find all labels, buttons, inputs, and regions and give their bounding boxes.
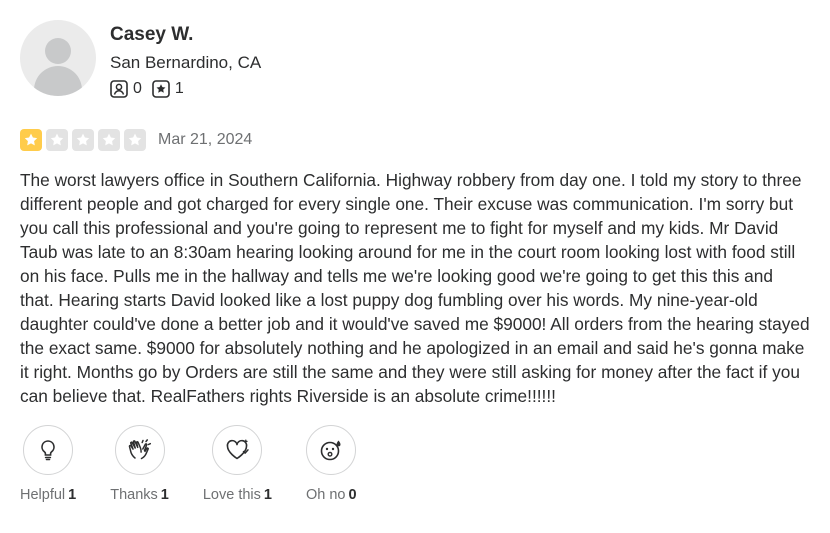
oh-no-button[interactable] <box>306 425 357 475</box>
user-stats: 0 1 <box>110 80 261 98</box>
reaction-buttons: Helpful 1 Thanks 1 Love this 1 Oh no 0 <box>20 425 391 503</box>
avatar-head-shape <box>45 38 71 64</box>
review-text: The worst lawyers office in Southern Cal… <box>20 170 810 406</box>
helpful-reaction[interactable]: Helpful 1 <box>20 425 76 503</box>
friends-count: 0 <box>133 80 142 97</box>
surprised-face-icon <box>320 440 341 461</box>
oh-no-count: 0 <box>348 487 357 503</box>
user-location: San Bernardino, CA <box>110 53 262 72</box>
love-this-label: Love this 1 <box>203 487 272 503</box>
user-info: Casey W. San Bernardino, CA 0 1 <box>110 20 261 100</box>
review-star-icon <box>152 80 170 98</box>
thanks-button[interactable] <box>114 425 165 475</box>
star-rating <box>20 129 150 151</box>
star-icon <box>46 129 68 151</box>
thanks-reaction[interactable]: Thanks 1 <box>110 425 169 503</box>
avatar-body-shape <box>34 66 82 96</box>
oh-no-reaction[interactable]: Oh no 0 <box>306 425 357 503</box>
rating-row: Mar 21, 2024 <box>20 129 252 151</box>
thanks-text: Thanks <box>110 487 158 503</box>
clapping-hands-icon <box>128 439 151 460</box>
review-date: Mar 21, 2024 <box>158 131 253 148</box>
heart-icon <box>227 439 250 460</box>
love-this-button[interactable] <box>212 425 263 475</box>
user-name[interactable]: Casey W. <box>110 23 261 47</box>
thanks-count: 1 <box>160 487 169 503</box>
avatar[interactable] <box>20 20 96 96</box>
star-icon <box>20 129 42 151</box>
friends-stat: 0 <box>110 80 142 98</box>
lightbulb-icon <box>41 440 55 461</box>
oh-no-label: Oh no 0 <box>306 487 357 503</box>
star-icon <box>124 129 146 151</box>
review-header: Casey W. San Bernardino, CA 0 1 <box>20 20 261 100</box>
helpful-text: Helpful <box>20 487 66 503</box>
star-icon <box>72 129 94 151</box>
helpful-button[interactable] <box>23 425 74 475</box>
love-this-count: 1 <box>263 487 272 503</box>
helpful-count: 1 <box>68 487 77 503</box>
love-this-reaction[interactable]: Love this 1 <box>203 425 272 503</box>
love-this-text: Love this <box>202 487 261 503</box>
reviews-stat: 1 <box>152 80 184 98</box>
reviews-count: 1 <box>174 80 184 97</box>
thanks-label: Thanks 1 <box>110 487 169 503</box>
star-icon <box>98 129 120 151</box>
oh-no-text: Oh no <box>305 487 346 503</box>
friends-icon <box>110 80 128 98</box>
helpful-label: Helpful 1 <box>20 487 76 503</box>
